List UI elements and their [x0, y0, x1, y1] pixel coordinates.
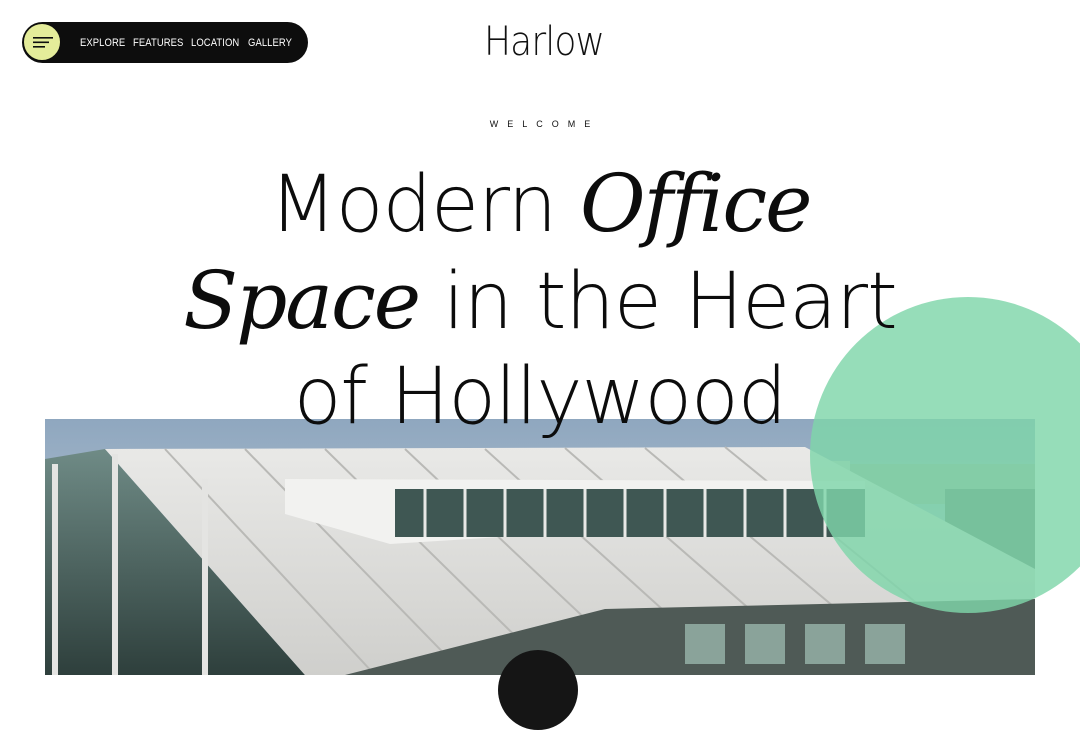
nav-link-location[interactable]: LOCATION [191, 37, 239, 49]
hamburger-icon [33, 37, 53, 48]
headline-line-3: of Hollywood [0, 349, 1080, 446]
headline-word-modern: Modern [269, 160, 558, 250]
headline-word-space: Space [183, 254, 421, 347]
site-logo[interactable]: Harlow [484, 16, 605, 68]
headline-text-in-the-heart: in the Heart [442, 257, 898, 347]
headline-word-office: Office [579, 157, 813, 250]
main-nav: EXPLORE FEATURES LOCATION GALLERY [22, 22, 308, 63]
headline-text-of-hollywood: of Hollywood [293, 352, 788, 442]
hero-eyebrow: WELCOME [489, 119, 600, 129]
nav-link-explore[interactable]: EXPLORE [80, 37, 125, 49]
hero-headline: Modern Office Space in the Heart of Holl… [0, 155, 1080, 446]
headline-line-2: Space in the Heart [0, 252, 1080, 349]
headline-line-1: Modern Office [0, 155, 1080, 252]
menu-button[interactable] [23, 23, 61, 61]
scroll-indicator[interactable] [498, 650, 578, 730]
nav-link-features[interactable]: FEATURES [133, 37, 183, 49]
nav-link-gallery[interactable]: GALLERY [248, 37, 292, 49]
